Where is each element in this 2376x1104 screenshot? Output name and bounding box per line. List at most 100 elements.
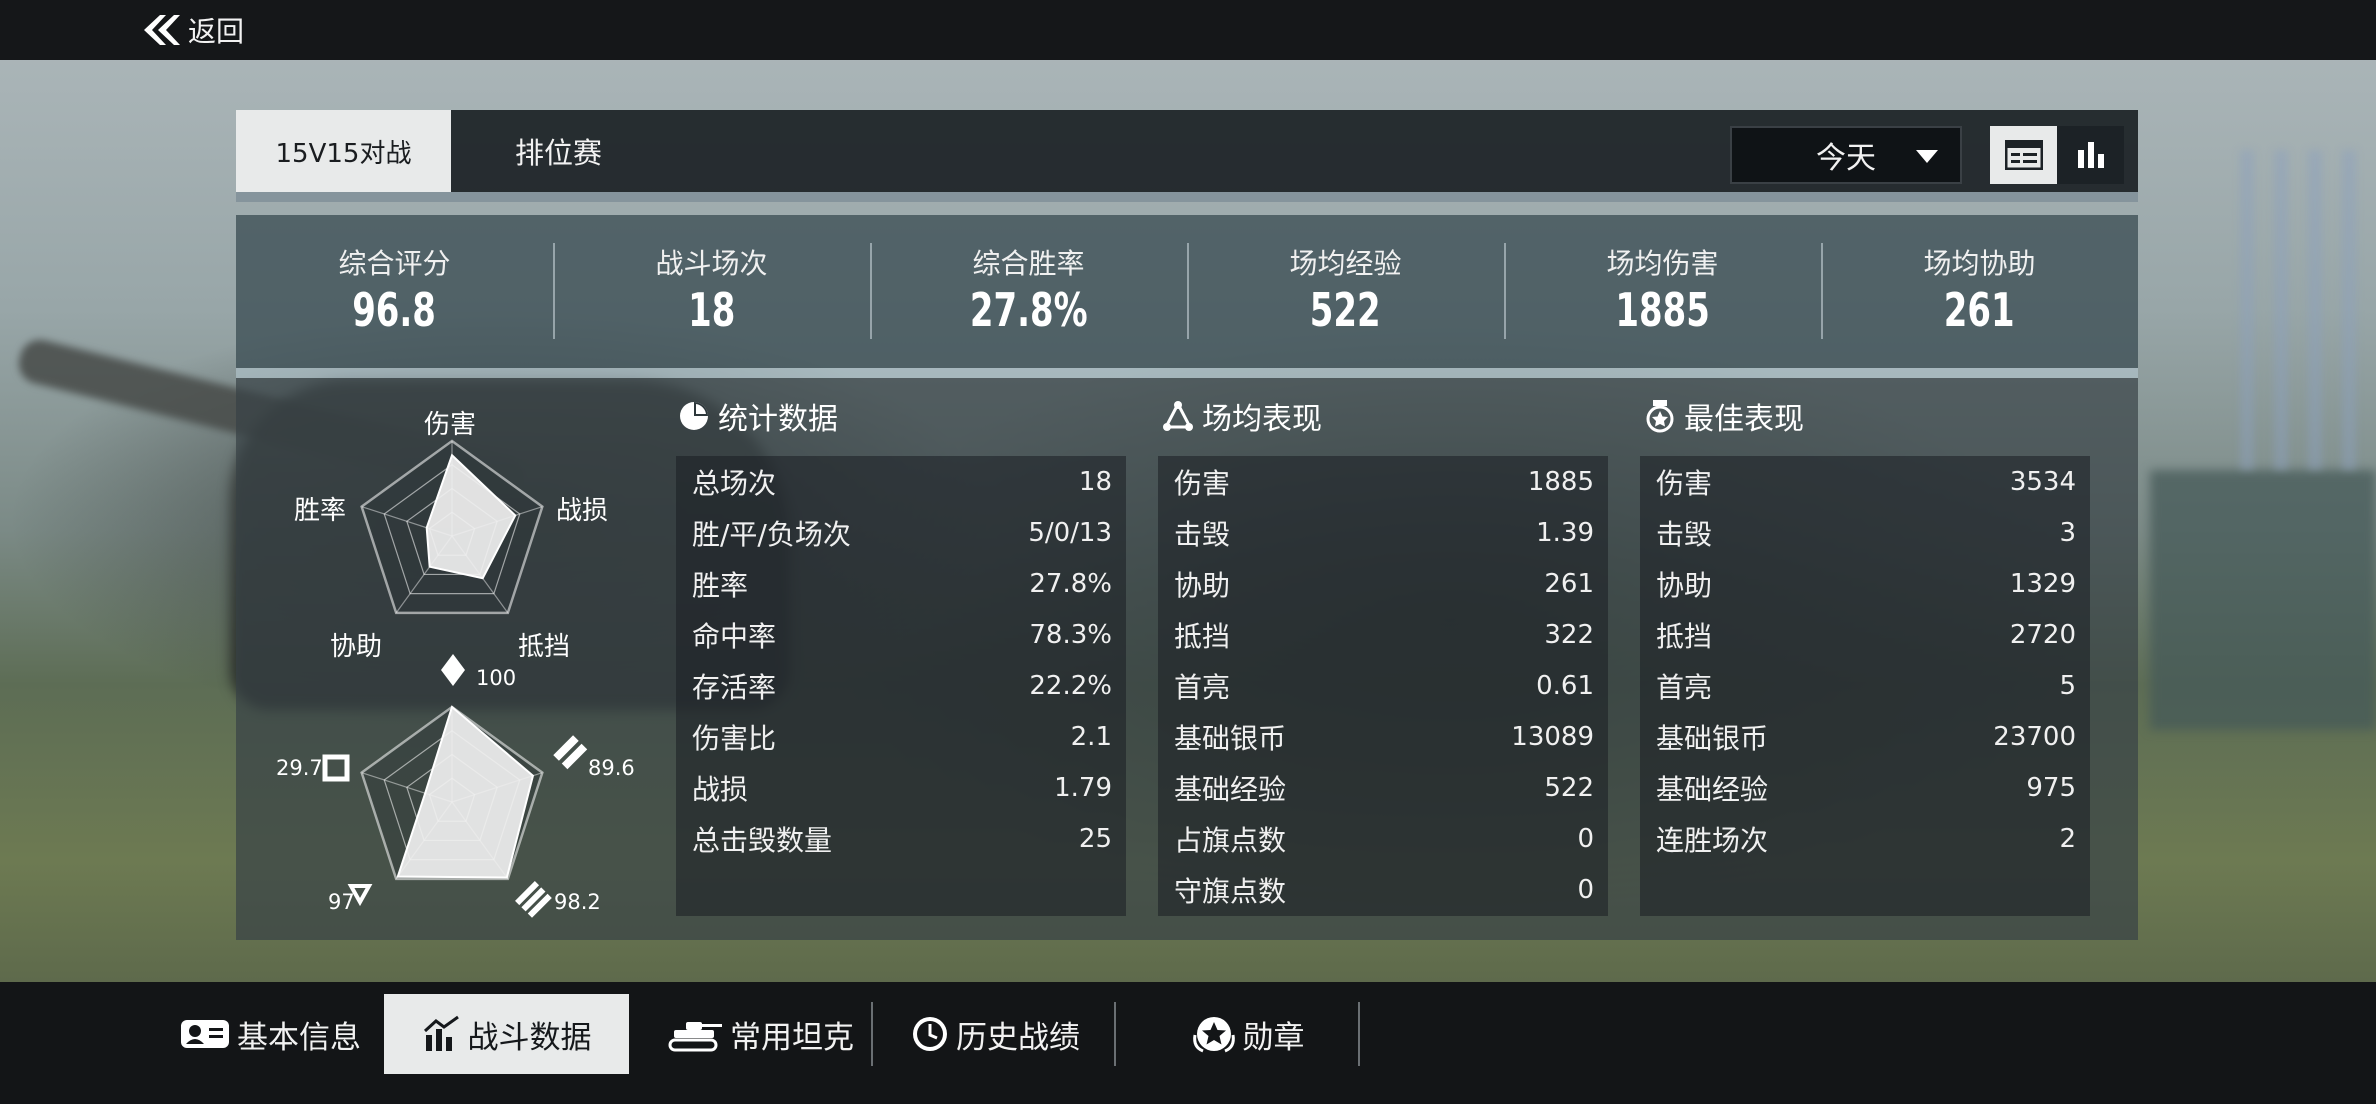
average-table: 伤害 1885 击毁 1.39 协助 261 抵挡 322 首亮 0.61 基础银币 130… — [1158, 456, 1608, 916]
radar-value-damage: 100 — [476, 666, 517, 690]
double-chevron-left-icon — [140, 13, 184, 47]
chart-view-icon — [2077, 142, 2104, 168]
triple-stripe-icon — [515, 881, 552, 918]
date-filter-select[interactable]: 今天 — [1730, 126, 1962, 184]
stat-value: 96.8 — [352, 282, 437, 337]
bottom-nav: 基本信息 战斗数据 常用坦克 历史战绩 勋章 — [0, 982, 2376, 1104]
row-value: 0.61 — [1536, 670, 1594, 701]
row-label: 胜/平/负场次 — [692, 517, 851, 551]
tab-15v15[interactable]: 15V15对战 — [236, 110, 451, 192]
table-row: 抵挡 2720 — [1640, 609, 2090, 660]
row-value: 0 — [1577, 874, 1594, 905]
row-value: 322 — [1544, 619, 1594, 650]
radar-label-assist: 协助 — [330, 632, 383, 662]
chart-view-button[interactable] — [2057, 126, 2124, 184]
stats-section-title: 统计数据 — [678, 396, 838, 437]
table-row: 战损 1.79 — [676, 762, 1126, 813]
row-value: 5 — [2059, 670, 2076, 701]
row-value: 22.2% — [1029, 670, 1112, 701]
clock-icon — [913, 1017, 947, 1051]
nav-battle-data[interactable]: 战斗数据 — [384, 994, 629, 1074]
pie-chart-icon — [680, 402, 708, 430]
double-stripe-icon — [553, 735, 588, 770]
radar-label-block: 抵挡 — [518, 632, 571, 662]
radar-label-winrate: 胜率 — [294, 496, 347, 526]
back-button[interactable]: 返回 — [140, 8, 244, 52]
table-row: 抵挡 322 — [1158, 609, 1608, 660]
divider — [1114, 1002, 1116, 1066]
row-value: 261 — [1544, 568, 1594, 599]
row-label: 基础银币 — [1174, 721, 1287, 755]
table-row: 首亮 5 — [1640, 660, 2090, 711]
list-view-button[interactable] — [1990, 126, 2057, 184]
background-flags — [2240, 150, 2360, 470]
table-row: 胜/平/负场次 5/0/13 — [676, 507, 1126, 558]
row-label: 连胜场次 — [1656, 823, 1769, 857]
row-label: 守旗点数 — [1174, 874, 1287, 908]
row-value: 2720 — [2009, 619, 2076, 650]
table-row: 伤害 3534 — [1640, 456, 2090, 507]
view-toggle — [1990, 126, 2124, 184]
stat-label: 战斗场次 — [655, 246, 768, 280]
list-view-icon — [2004, 140, 2043, 170]
row-label: 击毁 — [1174, 517, 1231, 551]
summary-win-rate: 综合胜率 27.8% — [870, 215, 1187, 368]
stat-label: 场均协助 — [1923, 246, 2036, 280]
table-row: 伤害 1885 — [1158, 456, 1608, 507]
back-label: 返回 — [188, 15, 245, 48]
table-row: 存活率 22.2% — [676, 660, 1126, 711]
row-label: 首亮 — [1174, 670, 1231, 704]
row-label: 基础经验 — [1656, 772, 1769, 806]
row-value: 78.3% — [1029, 619, 1112, 650]
row-value: 18 — [1078, 466, 1112, 497]
row-label: 占旗点数 — [1174, 823, 1287, 857]
row-label: 协助 — [1656, 568, 1713, 602]
tabs-underline — [236, 192, 2138, 202]
row-label: 基础银币 — [1656, 721, 1769, 755]
row-value: 1329 — [2009, 568, 2076, 599]
nav-common-tanks[interactable]: 常用坦克 — [655, 994, 865, 1074]
tab-ranked[interactable]: 排位赛 — [451, 110, 666, 192]
row-value: 1885 — [1527, 466, 1594, 497]
nav-basic-info[interactable]: 基本信息 — [160, 994, 380, 1074]
tank-icon — [668, 1022, 722, 1052]
row-label: 协助 — [1174, 568, 1231, 602]
radar-label-damage: 伤害 — [424, 410, 477, 440]
row-label: 击毁 — [1656, 517, 1713, 551]
row-label: 伤害 — [1174, 466, 1231, 500]
stat-label: 综合胜率 — [972, 246, 1085, 280]
row-value: 0 — [1577, 823, 1594, 854]
radar-value-block: 98.2 — [554, 890, 601, 914]
table-row: 首亮 0.61 — [1158, 660, 1608, 711]
diamond-icon — [441, 654, 465, 686]
row-label: 伤害 — [1656, 466, 1713, 500]
summary-avg-assist: 场均协助 261 — [1821, 215, 2138, 368]
row-label: 基础经验 — [1174, 772, 1287, 806]
table-row: 协助 1329 — [1640, 558, 2090, 609]
average-section-title: 场均表现 — [1162, 396, 1322, 437]
nav-history[interactable]: 历史战绩 — [890, 994, 1100, 1074]
row-label: 战损 — [692, 772, 749, 806]
table-row: 基础银币 23700 — [1640, 711, 2090, 762]
square-icon — [322, 754, 350, 782]
row-value: 23700 — [1993, 721, 2076, 752]
best-section-title: 最佳表现 — [1644, 396, 1804, 437]
table-row: 胜率 27.8% — [676, 558, 1126, 609]
average-title: 场均表现 — [1202, 402, 1322, 437]
stat-value: 522 — [1310, 282, 1381, 337]
divider — [1358, 1002, 1360, 1066]
radar-label-losses: 战损 — [556, 496, 609, 526]
row-value: 2.1 — [1070, 721, 1112, 752]
nav-medals[interactable]: 勋章 — [1140, 994, 1355, 1074]
nav-label: 战斗数据 — [467, 1019, 592, 1056]
summary-battles: 战斗场次 18 — [553, 215, 870, 368]
table-row: 基础银币 13089 — [1158, 711, 1608, 762]
nav-label: 基本信息 — [237, 1019, 361, 1056]
radar-value-losses: 89.6 — [588, 756, 635, 780]
row-value: 522 — [1544, 772, 1594, 803]
table-row: 基础经验 522 — [1158, 762, 1608, 813]
row-value: 5/0/13 — [1028, 517, 1112, 548]
nav-label: 勋章 — [1242, 1019, 1305, 1056]
radar-value-winrate: 29.7 — [276, 756, 323, 780]
stat-value: 27.8% — [969, 282, 1088, 337]
